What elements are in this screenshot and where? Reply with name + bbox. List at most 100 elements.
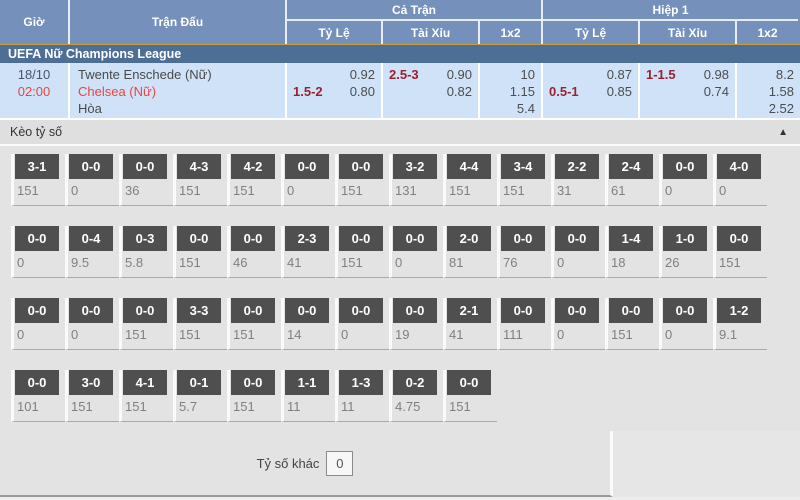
score-cell[interactable]: 0-35.8 (119, 226, 173, 278)
score-cell[interactable]: 0-076 (497, 226, 551, 278)
score-cell[interactable]: 0-00 (389, 226, 443, 278)
score-cell[interactable]: 0-019 (389, 298, 443, 350)
score-cell[interactable]: 4-3151 (173, 154, 227, 206)
score-cell[interactable]: 1-111 (281, 370, 335, 422)
score-cell[interactable]: 0-0151 (335, 154, 389, 206)
home-team: Twente Enschede (Nữ) (78, 66, 285, 83)
score-cell[interactable]: 0-0151 (335, 226, 389, 278)
score-odds: 41 (447, 326, 497, 344)
league-bar[interactable]: UEFA Nữ Champions League (0, 45, 800, 63)
score-cell[interactable]: 0-0151 (713, 226, 767, 278)
score-odds: 0 (555, 326, 605, 344)
score-odds: 81 (447, 254, 497, 272)
score-label: 0-1 (177, 370, 221, 395)
score-cell[interactable]: 2-231 (551, 154, 605, 206)
h1-under-odds[interactable]: 0.74 (704, 83, 729, 100)
score-label: 0-3 (123, 226, 167, 251)
score-cell[interactable]: 0-00 (659, 298, 713, 350)
score-cell[interactable]: 0-0151 (119, 298, 173, 350)
ft-handicap-away-odds[interactable]: 0.80 (350, 83, 375, 100)
score-odds: 0 (393, 254, 443, 272)
score-label: 0-0 (177, 226, 221, 251)
score-cell[interactable]: 0-00 (281, 154, 335, 206)
h1-over-odds[interactable]: 0.98 (704, 66, 729, 83)
ft-handicap-home-odds[interactable]: 0.92 (350, 66, 375, 83)
score-cell[interactable]: 3-2131 (389, 154, 443, 206)
other-score-row: Tỷ số khác (0, 431, 800, 497)
score-cell[interactable]: 2-461 (605, 154, 659, 206)
h1-1x2-home-odds[interactable]: 8.2 (776, 66, 794, 83)
score-cell[interactable]: 1-026 (659, 226, 713, 278)
score-cell[interactable]: 4-00 (713, 154, 767, 206)
draw-label: Hòa (78, 100, 285, 117)
score-label: 1-2 (717, 298, 761, 323)
col-header-time: Giờ (0, 0, 70, 44)
score-cell[interactable]: 3-1151 (11, 154, 65, 206)
score-cell[interactable]: 0-0151 (227, 370, 281, 422)
score-cell[interactable]: 2-341 (281, 226, 335, 278)
score-cell[interactable]: 1-418 (605, 226, 659, 278)
other-score-input[interactable] (326, 451, 353, 476)
score-cell[interactable]: 4-4151 (443, 154, 497, 206)
score-cell[interactable]: 3-4151 (497, 154, 551, 206)
score-cell[interactable]: 4-2151 (227, 154, 281, 206)
score-cell[interactable]: 1-29.1 (713, 298, 767, 350)
score-cell[interactable]: 1-311 (335, 370, 389, 422)
score-row: 0-000-000-01513-31510-01510-0140-000-019… (11, 298, 800, 350)
score-cell[interactable]: 0-014 (281, 298, 335, 350)
score-cell[interactable]: 0-00 (551, 298, 605, 350)
score-cell[interactable]: 2-081 (443, 226, 497, 278)
score-cell[interactable]: 0-0151 (605, 298, 659, 350)
h1-1x2-draw-odds[interactable]: 2.52 (769, 100, 794, 117)
h1-handicap-away-odds[interactable]: 0.85 (607, 83, 632, 100)
score-odds: 0 (15, 326, 65, 344)
score-cell[interactable]: 0-0111 (497, 298, 551, 350)
score-odds: 101 (15, 398, 65, 416)
score-label: 0-0 (339, 226, 383, 251)
score-cell[interactable]: 0-0151 (227, 298, 281, 350)
score-odds: 11 (339, 398, 389, 416)
h1-1x2-away-odds[interactable]: 1.58 (769, 83, 794, 100)
ft-1x2-home-odds[interactable]: 10 (521, 66, 535, 83)
score-cell[interactable]: 0-00 (65, 298, 119, 350)
score-cell[interactable]: 0-49.5 (65, 226, 119, 278)
score-cell[interactable]: 0-00 (551, 226, 605, 278)
score-cell[interactable]: 3-0151 (65, 370, 119, 422)
score-cell[interactable]: 0-15.7 (173, 370, 227, 422)
score-cell[interactable]: 0-00 (11, 298, 65, 350)
match-row: 18/10 02:00 Twente Enschede (Nữ) Chelsea… (0, 63, 800, 120)
score-odds: 5.7 (177, 398, 227, 416)
score-cell[interactable]: 2-141 (443, 298, 497, 350)
score-label: 3-4 (501, 154, 545, 179)
ft-1x2-away-odds[interactable]: 1.15 (510, 83, 535, 100)
score-odds: 0 (663, 326, 713, 344)
score-cell[interactable]: 0-0101 (11, 370, 65, 422)
collapse-arrow-icon[interactable]: ▲ (778, 127, 788, 138)
score-cell[interactable]: 3-3151 (173, 298, 227, 350)
ft-under-odds[interactable]: 0.82 (447, 83, 472, 100)
score-label: 0-0 (339, 298, 383, 323)
score-label: 0-0 (15, 370, 59, 395)
score-cell[interactable]: 0-0151 (173, 226, 227, 278)
score-label: 0-0 (123, 298, 167, 323)
score-cell[interactable]: 0-0151 (443, 370, 497, 422)
score-cell[interactable]: 4-1151 (119, 370, 173, 422)
score-cell[interactable]: 0-00 (335, 298, 389, 350)
score-cell[interactable]: 0-046 (227, 226, 281, 278)
score-cell[interactable]: 0-036 (119, 154, 173, 206)
correct-score-header[interactable]: Kèo tỷ số ▲ (0, 120, 800, 146)
score-cell[interactable]: 0-00 (659, 154, 713, 206)
ft-overunder-line: 2.5-3 (389, 66, 419, 83)
score-odds: 151 (69, 398, 119, 416)
h1-handicap-home-odds[interactable]: 0.87 (607, 66, 632, 83)
score-label: 0-0 (393, 298, 437, 323)
score-cell[interactable]: 0-00 (65, 154, 119, 206)
score-odds: 151 (231, 398, 281, 416)
score-label: 4-2 (231, 154, 275, 179)
col-header-h1-handicap: Tỷ Lệ (543, 21, 640, 44)
score-cell[interactable]: 0-00 (11, 226, 65, 278)
score-row: 0-01013-01514-11510-15.70-01511-1111-311… (11, 370, 800, 422)
ft-over-odds[interactable]: 0.90 (447, 66, 472, 83)
ft-1x2-draw-odds[interactable]: 5.4 (517, 100, 535, 117)
score-cell[interactable]: 0-24.75 (389, 370, 443, 422)
